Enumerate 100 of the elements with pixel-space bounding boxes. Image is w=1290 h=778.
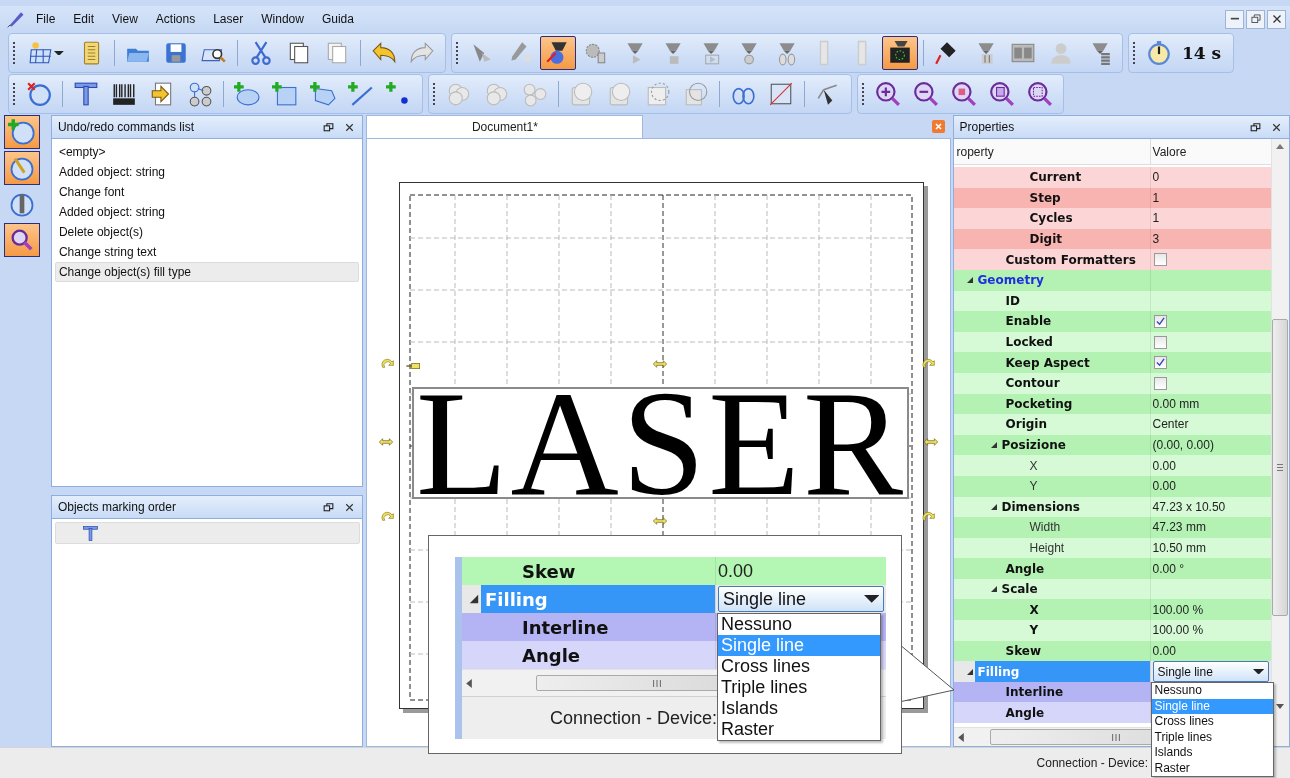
property-row[interactable]: Dimensions 47.23 x 10.50 bbox=[953, 496, 1271, 518]
shape-icon bbox=[569, 81, 595, 107]
property-value: 0 bbox=[1152, 170, 1160, 185]
property-row[interactable]: Skew 0.00 bbox=[462, 557, 886, 585]
close-button[interactable] bbox=[1267, 9, 1286, 29]
property-name: X bbox=[1028, 457, 1039, 475]
menu-item[interactable]: View bbox=[112, 12, 138, 26]
dropdown-option[interactable]: Nessuno bbox=[1151, 683, 1273, 699]
property-value: 1 bbox=[1152, 190, 1160, 205]
property-row[interactable]: Current 0 bbox=[953, 167, 1271, 188]
dropdown-option[interactable]: Triple lines bbox=[718, 677, 880, 698]
grip-icon bbox=[1111, 733, 1120, 741]
property-name: Skew bbox=[1004, 642, 1043, 660]
pin-icon bbox=[1249, 120, 1262, 134]
command-item[interactable]: Change object(s) fill type bbox=[54, 262, 360, 282]
property-row[interactable]: Contour bbox=[953, 372, 1271, 394]
scroll-left-icon[interactable] bbox=[957, 732, 964, 742]
menu-item[interactable]: Window bbox=[261, 12, 304, 26]
menu-item[interactable]: Edit bbox=[73, 12, 95, 26]
property-row[interactable]: X 100.00 % bbox=[953, 599, 1271, 621]
property-row[interactable]: Y 100.00 % bbox=[953, 620, 1271, 641]
property-row[interactable]: Height 10.50 mm bbox=[953, 537, 1271, 559]
menu-item[interactable]: File bbox=[36, 12, 56, 26]
column-header[interactable]: roperty bbox=[953, 139, 1150, 164]
property-name: Cycles bbox=[1028, 210, 1074, 228]
pin-button[interactable] bbox=[322, 500, 336, 514]
panel-title: Undo/redo commands list bbox=[57, 120, 195, 134]
column-header[interactable]: Valore bbox=[1149, 139, 1271, 164]
property-row[interactable]: Posizione (0.00, 0.00) bbox=[953, 434, 1271, 456]
toolbar-button[interactable] bbox=[882, 36, 918, 70]
property-row[interactable]: Locked bbox=[953, 331, 1271, 353]
menu-item[interactable]: Actions bbox=[155, 12, 196, 26]
category-name: Filling bbox=[481, 585, 715, 613]
pin-button[interactable] bbox=[322, 120, 336, 134]
laser-text-object[interactable]: LASER bbox=[412, 387, 910, 499]
property-row[interactable]: Keep Aspect bbox=[953, 352, 1271, 373]
command-item[interactable]: <empty> bbox=[54, 142, 360, 162]
property-value: Center bbox=[1152, 417, 1189, 432]
close-tab-button[interactable] bbox=[931, 120, 945, 133]
caret-icon bbox=[863, 595, 879, 603]
side-tool-button[interactable] bbox=[4, 151, 40, 185]
dropdown-field[interactable]: Single line bbox=[1152, 661, 1269, 682]
menu-item[interactable]: Laser bbox=[213, 12, 244, 26]
dropdown-field[interactable]: Single line bbox=[718, 585, 884, 613]
command-item[interactable]: Change string text bbox=[54, 242, 360, 262]
property-row[interactable]: Filling Single line bbox=[462, 585, 886, 613]
property-value: 10.50 mm bbox=[1152, 541, 1206, 555]
dropdown-option[interactable]: Cross lines bbox=[1151, 714, 1273, 730]
side-tool-button[interactable] bbox=[4, 115, 40, 149]
menu-item[interactable]: Guida bbox=[321, 12, 354, 26]
property-row[interactable]: Y 0.00 bbox=[953, 475, 1271, 497]
zoom-out-icon bbox=[913, 81, 939, 107]
property-row[interactable]: Geometry bbox=[953, 269, 1271, 291]
property-row[interactable]: Filling Single line bbox=[953, 661, 1271, 682]
property-value: 0.00 bbox=[1152, 479, 1176, 494]
command-item[interactable]: Added object: string bbox=[54, 162, 360, 182]
status-text: Connection - Device: bbox=[550, 707, 718, 729]
property-value: 0.00 bbox=[1152, 643, 1176, 658]
property-row[interactable]: X 0.00 bbox=[953, 455, 1271, 476]
side-tool-button[interactable] bbox=[4, 223, 40, 257]
property-row[interactable]: Step 1 bbox=[953, 187, 1271, 209]
restore-button[interactable] bbox=[1246, 9, 1265, 29]
property-row[interactable]: ID bbox=[953, 290, 1271, 312]
property-name: Current bbox=[1028, 169, 1083, 187]
property-row[interactable]: Cycles 1 bbox=[953, 208, 1271, 229]
property-row[interactable]: Width 47.23 mm bbox=[953, 517, 1271, 538]
dropdown-option[interactable]: Islands bbox=[1151, 745, 1273, 761]
property-row[interactable]: Angle 0.00 ° bbox=[953, 558, 1271, 579]
minimize-button[interactable] bbox=[1225, 9, 1244, 29]
toolbar-button[interactable] bbox=[540, 36, 576, 70]
monitor-icon bbox=[887, 40, 913, 66]
pin-button[interactable] bbox=[1249, 120, 1262, 134]
checkbox[interactable] bbox=[1153, 335, 1167, 349]
scroll-up-icon[interactable] bbox=[1276, 144, 1285, 149]
property-row[interactable]: Digit 3 bbox=[953, 228, 1271, 250]
dropdown-option[interactable]: Cross lines bbox=[718, 656, 880, 677]
checkbox[interactable] bbox=[1153, 314, 1167, 328]
property-row[interactable]: Custom Formatters bbox=[953, 249, 1271, 270]
document-tab[interactable]: Document1* bbox=[366, 115, 644, 138]
property-row[interactable]: Scale bbox=[953, 578, 1271, 600]
command-item[interactable]: Delete object(s) bbox=[54, 222, 360, 242]
property-row[interactable]: Origin Center bbox=[953, 414, 1271, 435]
command-item[interactable]: Added object: string bbox=[54, 202, 360, 222]
expander-icon[interactable] bbox=[467, 592, 481, 606]
scroll-left-icon[interactable] bbox=[466, 678, 472, 688]
command-item[interactable]: Change font bbox=[54, 182, 360, 202]
checkbox[interactable] bbox=[1153, 356, 1167, 370]
property-value: 0.00 ° bbox=[1152, 561, 1184, 576]
property-row[interactable]: Enable bbox=[953, 311, 1271, 332]
property-row[interactable]: Skew 0.00 bbox=[953, 640, 1271, 662]
property-value: 0.00 bbox=[1152, 458, 1176, 473]
dropdown-option[interactable]: Nessuno bbox=[718, 614, 880, 635]
scroll-down-icon[interactable] bbox=[1276, 704, 1285, 709]
checkbox[interactable] bbox=[1153, 376, 1167, 390]
circle-delete-icon bbox=[26, 81, 52, 107]
dropdown-option[interactable]: Raster bbox=[718, 719, 880, 740]
dropdown-option[interactable]: Islands bbox=[718, 698, 880, 719]
property-name: Height bbox=[1028, 540, 1066, 557]
checkbox[interactable] bbox=[1153, 253, 1167, 267]
property-row[interactable]: Pocketing 0.00 mm bbox=[953, 393, 1271, 415]
